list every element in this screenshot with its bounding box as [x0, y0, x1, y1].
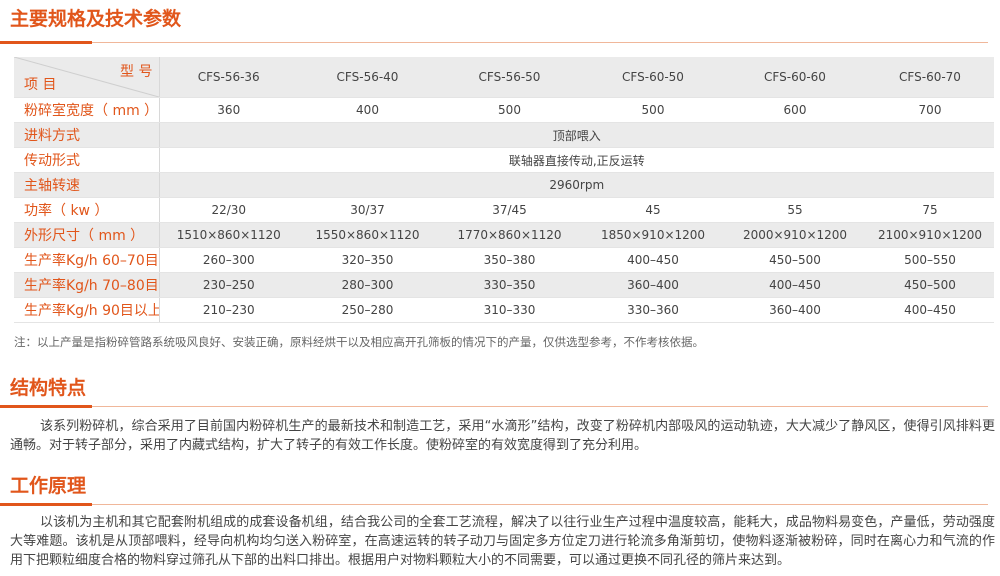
table-cell: 2100×910×1200 — [866, 222, 994, 248]
model-header: CFS-56-40 — [298, 57, 437, 98]
table-cell: 360–400 — [582, 272, 724, 298]
table-row: 主轴转速 2960rpm — [14, 172, 994, 198]
table-cell: 22/30 — [159, 197, 298, 223]
section-divider — [0, 41, 988, 44]
section-divider — [0, 503, 988, 506]
model-header: CFS-60-50 — [582, 57, 724, 98]
row-label: 生产率Kg/h 70–80目 — [14, 272, 160, 298]
principle-paragraph: 以该机为主机和其它配套附机组成的成套设备机组，结合我公司的全套工艺流程，解决了以… — [10, 515, 995, 568]
model-header: CFS-56-50 — [437, 57, 582, 98]
principle-section-title: 工作原理 — [10, 475, 87, 497]
row-label: 主轴转速 — [14, 172, 160, 198]
table-row: 外形尺寸（ mm ） 1510×860×1120 1550×860×1120 1… — [14, 222, 994, 248]
row-label: 生产率Kg/h 90目以上 — [14, 297, 160, 323]
table-header-row: 型 号 项 目 CFS-56-36 CFS-56-40 CFS-56-50 CF… — [14, 57, 994, 98]
table-row: 进料方式 顶部喂入 — [14, 122, 994, 148]
table-row: 功率（ kw ） 22/30 30/37 37/45 45 55 75 — [14, 197, 994, 223]
table-corner-cell: 型 号 项 目 — [14, 57, 160, 98]
table-cell: 55 — [724, 197, 866, 223]
table-cell: 450–500 — [724, 247, 866, 273]
row-label: 进料方式 — [14, 122, 160, 148]
model-header: CFS-56-36 — [159, 57, 298, 98]
table-cell: 260–300 — [159, 247, 298, 273]
row-label: 外形尺寸（ mm ） — [14, 222, 160, 248]
table-cell: 30/37 — [298, 197, 437, 223]
table-cell: 450–500 — [866, 272, 994, 298]
section-divider — [0, 405, 988, 408]
structure-section-title: 结构特点 — [10, 377, 87, 399]
table-cell: 360 — [159, 97, 298, 123]
table-cell: 280–300 — [298, 272, 437, 298]
table-cell: 600 — [724, 97, 866, 123]
table-cell: 75 — [866, 197, 994, 223]
spec-table: 型 号 项 目 CFS-56-36 CFS-56-40 CFS-56-50 CF… — [14, 57, 994, 323]
table-cell: 700 — [866, 97, 994, 123]
model-header: CFS-60-70 — [866, 57, 994, 98]
table-cell: 2000×910×1200 — [724, 222, 866, 248]
table-cell: 1850×910×1200 — [582, 222, 724, 248]
table-cell: 330–360 — [582, 297, 724, 323]
table-cell: 400 — [298, 97, 437, 123]
table-row: 生产率Kg/h 70–80目 230–250 280–300 330–350 3… — [14, 272, 994, 298]
row-label: 传动形式 — [14, 147, 160, 173]
table-cell: 500 — [437, 97, 582, 123]
table-cell: 360–400 — [724, 297, 866, 323]
table-cell: 400–450 — [582, 247, 724, 273]
table-cell: 1550×860×1120 — [298, 222, 437, 248]
table-cell: 400–450 — [866, 297, 994, 323]
table-cell: 45 — [582, 197, 724, 223]
table-cell: 37/45 — [437, 197, 582, 223]
table-span-cell: 顶部喂入 — [159, 122, 994, 148]
spec-section-title: 主要规格及技术参数 — [10, 8, 182, 30]
table-span-cell: 2960rpm — [159, 172, 994, 198]
row-label: 功率（ kw ） — [14, 197, 160, 223]
table-cell: 250–280 — [298, 297, 437, 323]
table-row: 传动形式 联轴器直接传动,正反运转 — [14, 147, 994, 173]
table-footnote: 注：以上产量是指粉碎管路系统吸风良好、安装正确，原料经烘干以及相应高开孔筛板的情… — [14, 335, 704, 349]
structure-paragraph: 该系列粉碎机，综合采用了目前国内粉碎机生产的最新技术和制造工艺，采用“水滴形”结… — [10, 419, 995, 453]
table-cell: 230–250 — [159, 272, 298, 298]
table-row: 生产率Kg/h 90目以上 210–230 250–280 310–330 33… — [14, 297, 994, 323]
table-cell: 320–350 — [298, 247, 437, 273]
table-cell: 330–350 — [437, 272, 582, 298]
table-cell: 1510×860×1120 — [159, 222, 298, 248]
table-span-cell: 联轴器直接传动,正反运转 — [159, 147, 994, 173]
table-cell: 310–330 — [437, 297, 582, 323]
table-cell: 500 — [582, 97, 724, 123]
table-cell: 1770×860×1120 — [437, 222, 582, 248]
model-header: CFS-60-60 — [724, 57, 866, 98]
row-label: 粉碎室宽度（ mm ） — [14, 97, 160, 123]
corner-item-label: 项 目 — [24, 77, 57, 93]
corner-model-label: 型 号 — [120, 64, 153, 80]
table-cell: 400–450 — [724, 272, 866, 298]
row-label: 生产率Kg/h 60–70目 — [14, 247, 160, 273]
table-cell: 210–230 — [159, 297, 298, 323]
table-row: 生产率Kg/h 60–70目 260–300 320–350 350–380 4… — [14, 247, 994, 273]
table-cell: 350–380 — [437, 247, 582, 273]
table-row: 粉碎室宽度（ mm ） 360 400 500 500 600 700 — [14, 97, 994, 123]
table-cell: 500–550 — [866, 247, 994, 273]
